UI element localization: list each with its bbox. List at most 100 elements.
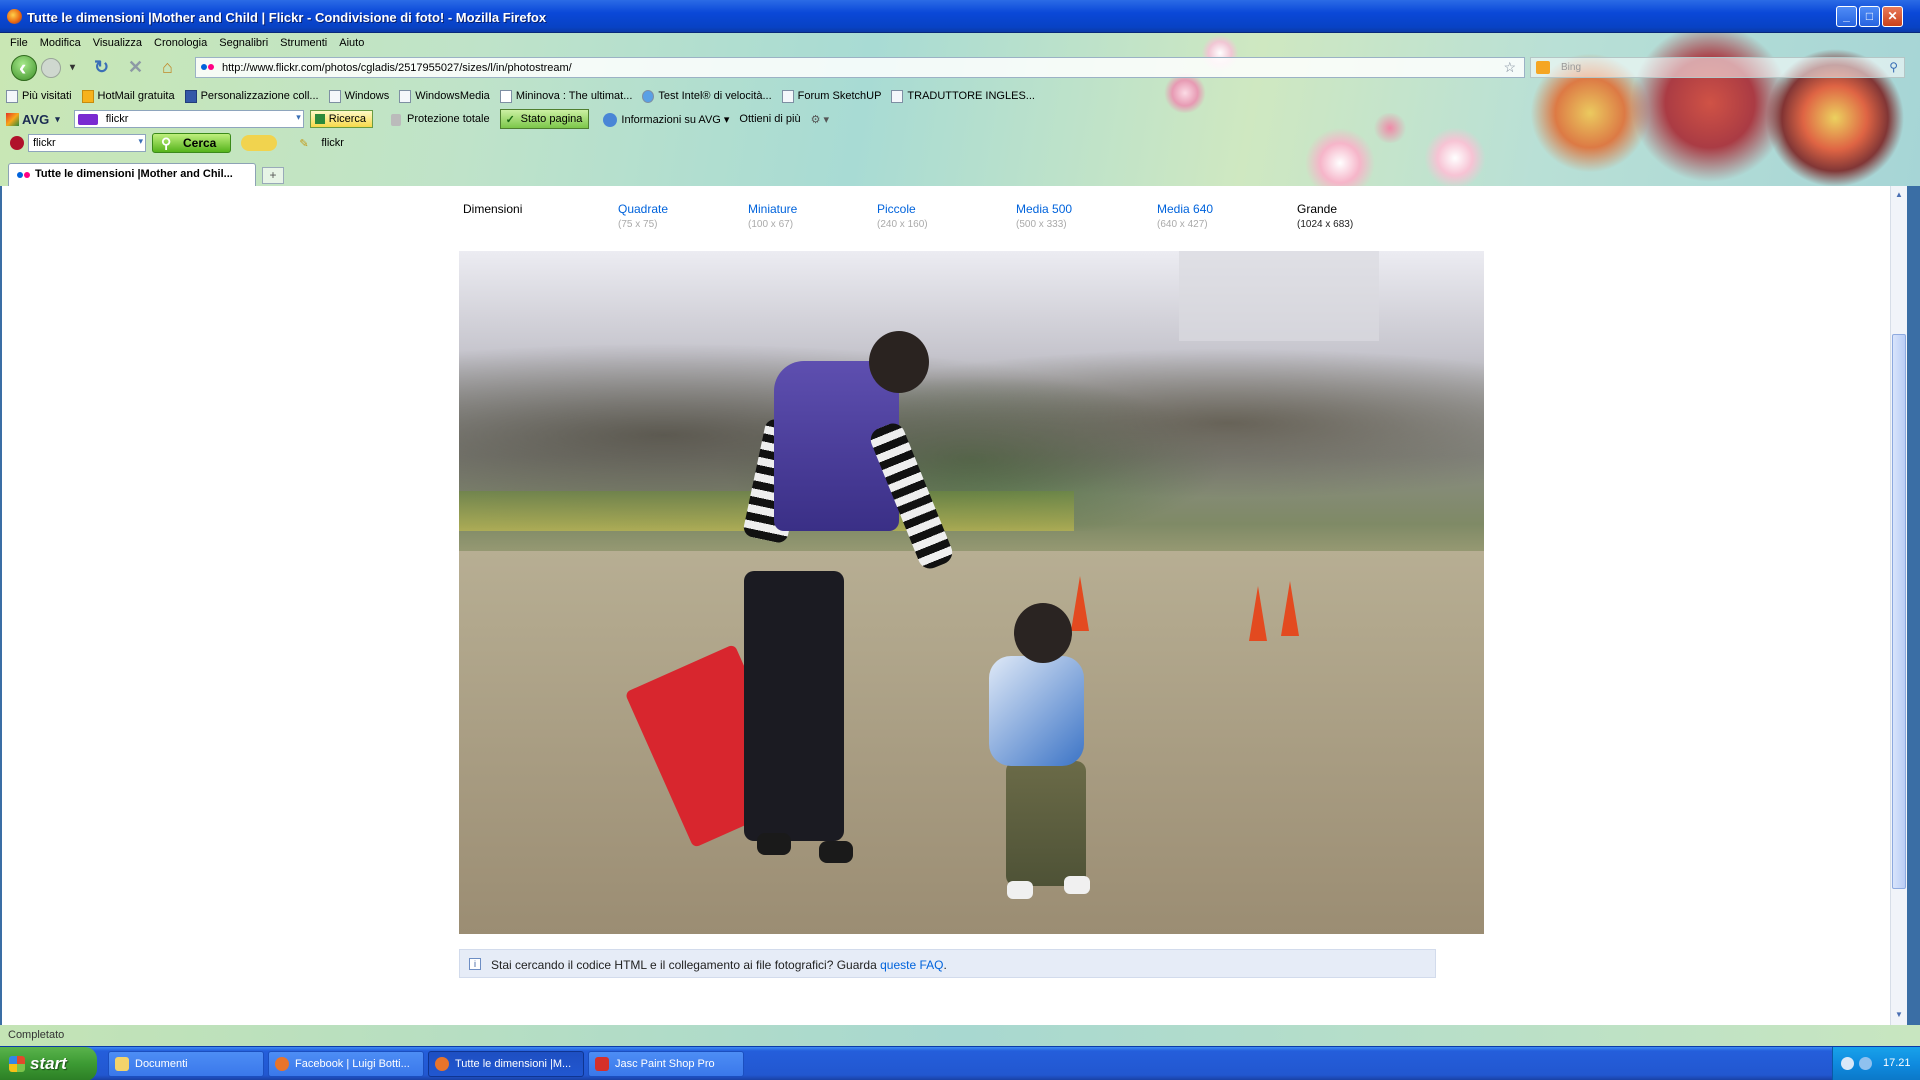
bookmark-item[interactable]: Più visitati: [6, 86, 72, 106]
scroll-down-arrow[interactable]: ▼: [1892, 1008, 1906, 1022]
page-status-button[interactable]: ✓ Stato pagina: [499, 109, 590, 129]
paint-shop-pro-icon: [595, 1057, 609, 1071]
toolbar-logo-icon[interactable]: [10, 136, 24, 150]
window-titlebar[interactable]: Tutte le dimensioni |Mother and Child | …: [0, 0, 1920, 33]
search-placeholder: Bing: [1561, 62, 1582, 73]
taskbar-item-facebook[interactable]: Facebook | Luigi Botti...: [268, 1051, 424, 1077]
bookmark-star-icon[interactable]: ☆: [1503, 59, 1516, 76]
bookmark-item[interactable]: WindowsMedia: [399, 86, 490, 106]
navigation-toolbar: ▾ ↻ ✕ ⌂ http://www.flickr.com/photos/cgl…: [0, 53, 1920, 81]
size-option-media-500[interactable]: Media 500 (500 x 333): [1016, 202, 1072, 230]
firefox-icon: [435, 1057, 449, 1071]
info-icon: i: [469, 958, 481, 970]
home-icon[interactable]: ⌂: [162, 57, 173, 78]
bookmark-item[interactable]: Windows: [328, 86, 389, 106]
taskbar-item-flickr[interactable]: Tutte le dimensioni |M...: [428, 1051, 584, 1077]
menu-strumenti[interactable]: Strumenti: [274, 33, 333, 53]
pencil-icon: ✎: [299, 138, 309, 150]
avg-info-menu[interactable]: Informazioni su AVG ▾: [603, 112, 729, 127]
child-head: [1014, 603, 1072, 663]
folder-icon: [115, 1057, 129, 1071]
child-shoe: [1007, 881, 1033, 899]
bookmark-item[interactable]: HotMail gratuita: [81, 86, 175, 106]
bookmark-item[interactable]: Forum SketchUP: [781, 86, 881, 106]
forum-icon: [781, 89, 794, 103]
main-photo[interactable]: [459, 251, 1484, 934]
cerca-button[interactable]: Cerca: [152, 133, 232, 153]
taskbar-item-documenti[interactable]: Documenti: [108, 1051, 264, 1077]
child-shoe: [1064, 876, 1090, 894]
reload-icon[interactable]: ↻: [94, 57, 109, 78]
browser-chrome: File Modifica Visualizza Cronologia Segn…: [0, 33, 1920, 186]
size-option-quadrate[interactable]: Quadrate (75 x 75): [618, 202, 668, 230]
size-option-grande: Grande (1024 x 683): [1297, 202, 1354, 230]
flickr-toolbar-button[interactable]: ✎ flickr: [299, 137, 344, 150]
avg-logo-icon: [6, 112, 19, 126]
history-dropdown-icon[interactable]: ▾: [70, 62, 75, 73]
bookmark-folder-icon: [6, 89, 18, 103]
lock-icon: [391, 114, 402, 126]
scrollbar-thumb[interactable]: [1892, 334, 1906, 889]
scroll-up-arrow[interactable]: ▲: [1892, 188, 1906, 202]
chevron-down-icon[interactable]: ▾: [296, 112, 301, 123]
address-url: http://www.flickr.com/photos/cgladis/251…: [222, 62, 572, 74]
child-pants: [1006, 761, 1086, 886]
sizes-heading: Dimensioni: [463, 202, 523, 216]
avg-logo[interactable]: AVG ▾: [6, 112, 60, 127]
bookmarks-toolbar: Più visitati HotMail gratuita Personaliz…: [6, 86, 1035, 106]
chevron-down-icon[interactable]: ▾: [55, 114, 60, 125]
tab-flickr[interactable]: Tutte le dimensioni |Mother and Chil...: [8, 163, 256, 186]
avg-more-link[interactable]: Ottieni di più: [739, 113, 800, 125]
new-tab-button[interactable]: +: [262, 167, 284, 184]
address-bar[interactable]: http://www.flickr.com/photos/cgladis/251…: [195, 57, 1525, 78]
page-content: Dimensioni Quadrate (75 x 75) Miniature …: [2, 186, 1890, 1025]
network-icon[interactable]: [1859, 1057, 1872, 1070]
menu-aiuto[interactable]: Aiuto: [333, 33, 370, 53]
taskbar-item-paintshop[interactable]: Jasc Paint Shop Pro: [588, 1051, 744, 1077]
highlight-icon[interactable]: [241, 135, 278, 151]
tray-expand-icon[interactable]: [1841, 1057, 1854, 1070]
photo-ground: [459, 551, 1484, 934]
tab-strip: Tutte le dimensioni |Mother and Chil... …: [0, 161, 1920, 186]
search-engine-icon[interactable]: [1536, 61, 1550, 74]
stop-icon[interactable]: ✕: [128, 57, 143, 78]
system-tray: 17.21: [1832, 1047, 1920, 1080]
vertical-scrollbar[interactable]: ▲ ▼: [1890, 186, 1907, 1025]
maximize-button[interactable]: □: [1859, 6, 1880, 27]
protection-label[interactable]: Protezione totale: [391, 113, 490, 126]
bookmark-item[interactable]: Test Intel® di velocità...: [642, 86, 772, 106]
avg-settings-icon[interactable]: ⚙ ▾: [811, 113, 829, 126]
avg-search-input[interactable]: flickr ▾: [73, 110, 304, 128]
size-option-miniature[interactable]: Miniature (100 x 67): [748, 202, 797, 230]
bookmark-item[interactable]: Mininova : The ultimat...: [499, 86, 632, 106]
forward-button[interactable]: [41, 58, 61, 78]
hotmail-icon: [81, 89, 94, 103]
flickr-favicon: [17, 172, 23, 178]
status-text: Completato: [8, 1029, 65, 1041]
menu-modifica[interactable]: Modifica: [34, 33, 87, 53]
menu-file[interactable]: File: [4, 33, 34, 53]
search-bar[interactable]: Bing ⚲: [1530, 57, 1905, 78]
ricerca-button[interactable]: Ricerca: [309, 110, 374, 128]
menu-segnalibri[interactable]: Segnalibri: [213, 33, 274, 53]
yahoo-search-input[interactable]: flickr ▾: [28, 134, 146, 152]
start-button[interactable]: start: [0, 1047, 97, 1080]
size-option-media-640[interactable]: Media 640 (640 x 427): [1157, 202, 1213, 230]
mother-head: [869, 331, 929, 393]
faq-link[interactable]: queste FAQ: [880, 958, 943, 972]
search-go-icon[interactable]: ⚲: [1889, 60, 1898, 74]
close-button[interactable]: ✕: [1882, 6, 1903, 27]
bookmark-item[interactable]: Personalizzazione coll...: [184, 86, 319, 106]
chevron-down-icon[interactable]: ▾: [138, 136, 143, 147]
menu-cronologia[interactable]: Cronologia: [148, 33, 213, 53]
page-icon: [891, 89, 904, 103]
mother-shoe: [757, 833, 791, 855]
minimize-button[interactable]: _: [1836, 6, 1857, 27]
clock[interactable]: 17.21: [1883, 1057, 1911, 1069]
menu-visualizza[interactable]: Visualizza: [87, 33, 148, 53]
faq-text: Stai cercando il codice HTML e il colleg…: [491, 958, 947, 972]
back-button[interactable]: [11, 55, 37, 81]
bookmark-item[interactable]: TRADUTTORE INGLES...: [891, 86, 1035, 106]
size-option-piccole[interactable]: Piccole (240 x 160): [877, 202, 928, 230]
windows-taskbar: start Documenti Facebook | Luigi Botti..…: [0, 1046, 1920, 1080]
